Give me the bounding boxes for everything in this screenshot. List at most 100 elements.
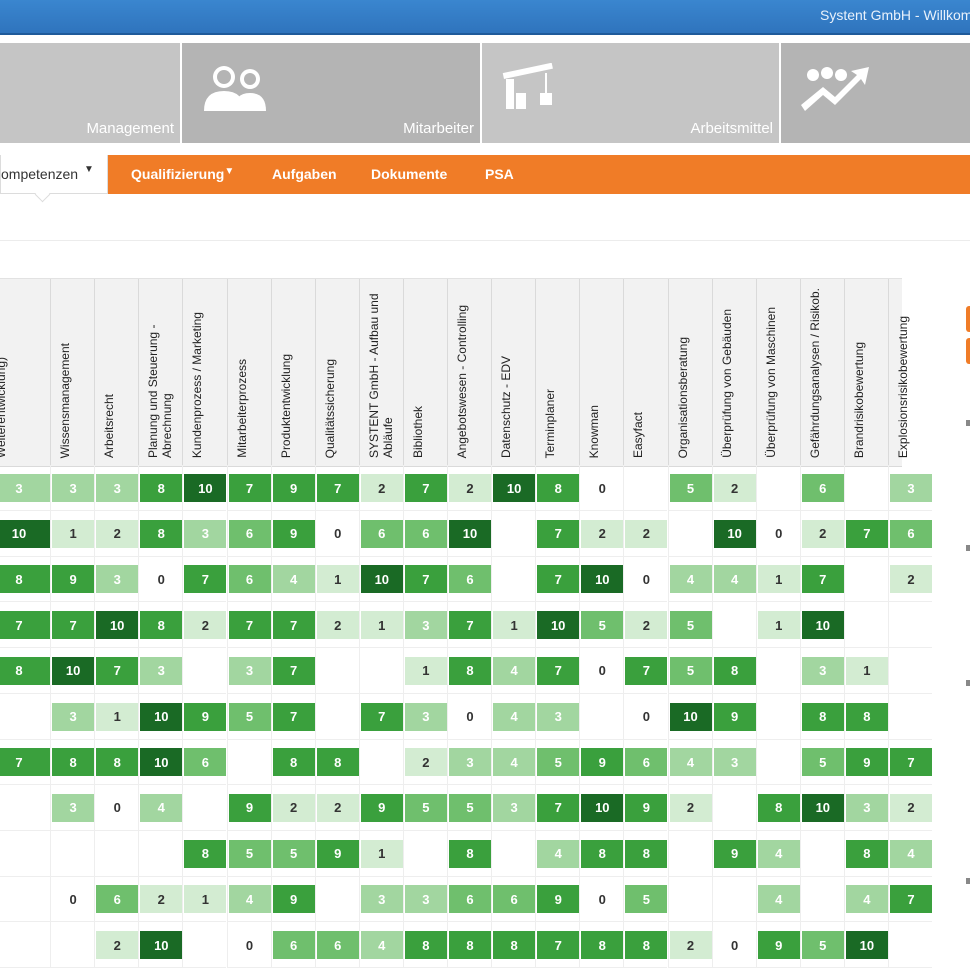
- matrix-cell[interactable]: 8: [447, 647, 491, 694]
- matrix-cell[interactable]: 7: [888, 739, 932, 786]
- matrix-cell[interactable]: 3: [447, 739, 491, 786]
- matrix-cell[interactable]: 1: [314, 556, 359, 603]
- matrix-cell[interactable]: 7: [270, 647, 315, 694]
- matrix-cell[interactable]: 8: [138, 510, 183, 557]
- matrix-cell[interactable]: 0: [94, 784, 139, 831]
- matrix-cell[interactable]: [888, 602, 932, 649]
- matrix-cell[interactable]: [843, 602, 888, 649]
- tab-qualifizierung[interactable]: Qualifizierung▼: [131, 166, 234, 182]
- matrix-cell[interactable]: [623, 465, 668, 511]
- matrix-cell[interactable]: 9: [270, 465, 315, 511]
- matrix-cell[interactable]: 1: [50, 510, 95, 557]
- matrix-cell[interactable]: 10: [491, 465, 536, 511]
- matrix-cell[interactable]: 6: [888, 510, 932, 557]
- matrix-cell[interactable]: 4: [226, 876, 271, 923]
- matrix-cell[interactable]: 4: [270, 556, 315, 603]
- tab-kompetenzen[interactable]: ompetenzen ▼: [0, 155, 108, 203]
- matrix-cell[interactable]: 8: [94, 739, 139, 786]
- matrix-cell[interactable]: 7: [226, 465, 271, 511]
- matrix-cell[interactable]: 5: [667, 602, 712, 649]
- matrix-cell[interactable]: 0: [579, 876, 624, 923]
- matrix-cell[interactable]: 6: [94, 876, 139, 923]
- matrix-cell[interactable]: 2: [358, 465, 403, 511]
- matrix-cell[interactable]: 4: [888, 830, 932, 877]
- matrix-cell[interactable]: 6: [799, 465, 844, 511]
- tab-dokumente[interactable]: Dokumente: [371, 166, 447, 182]
- matrix-cell[interactable]: 10: [50, 647, 95, 694]
- matrix-cell[interactable]: 10: [358, 556, 403, 603]
- matrix-cell[interactable]: 9: [843, 739, 888, 786]
- matrix-cell[interactable]: 7: [270, 602, 315, 649]
- matrix-cell[interactable]: 2: [270, 784, 315, 831]
- matrix-cell[interactable]: 1: [358, 602, 403, 649]
- matrix-cell[interactable]: 9: [358, 784, 403, 831]
- matrix-cell[interactable]: 8: [270, 739, 315, 786]
- matrix-cell[interactable]: 9: [226, 784, 271, 831]
- matrix-cell[interactable]: 2: [711, 465, 756, 511]
- matrix-cell[interactable]: 8: [799, 693, 844, 740]
- matrix-cell[interactable]: 8: [0, 648, 50, 694]
- matrix-cell[interactable]: [182, 784, 227, 831]
- matrix-cell[interactable]: [755, 465, 800, 511]
- tab-psa[interactable]: PSA: [485, 166, 514, 182]
- matrix-cell[interactable]: 4: [491, 693, 536, 740]
- matrix-cell[interactable]: 3: [888, 465, 932, 511]
- matrix-cell[interactable]: 7: [402, 556, 447, 603]
- matrix-cell[interactable]: 10: [579, 556, 624, 603]
- side-button[interactable]: [966, 306, 970, 332]
- matrix-cell[interactable]: 0: [138, 556, 183, 603]
- matrix-cell[interactable]: 3: [94, 556, 139, 603]
- matrix-cell[interactable]: 2: [447, 465, 491, 511]
- matrix-cell[interactable]: [491, 830, 536, 877]
- matrix-cell[interactable]: [799, 876, 844, 923]
- matrix-cell[interactable]: 3: [50, 693, 95, 740]
- matrix-cell[interactable]: 10: [799, 602, 844, 649]
- matrix-cell[interactable]: 4: [535, 830, 580, 877]
- matrix-cell[interactable]: 5: [579, 602, 624, 649]
- matrix-cell[interactable]: 7: [843, 510, 888, 557]
- matrix-cell[interactable]: 9: [270, 876, 315, 923]
- matrix-cell[interactable]: 2: [799, 510, 844, 557]
- matrix-cell[interactable]: [0, 876, 50, 923]
- matrix-cell[interactable]: [314, 693, 359, 740]
- matrix-cell[interactable]: 7: [0, 602, 50, 649]
- matrix-cell[interactable]: [667, 876, 712, 923]
- matrix-cell[interactable]: 5: [535, 739, 580, 786]
- matrix-cell[interactable]: 2: [182, 602, 227, 649]
- matrix-cell[interactable]: 1: [94, 693, 139, 740]
- matrix-cell[interactable]: 4: [358, 922, 403, 968]
- matrix-cell[interactable]: [491, 510, 536, 557]
- matrix-cell[interactable]: 6: [447, 876, 491, 923]
- matrix-cell[interactable]: [711, 602, 756, 649]
- matrix-cell[interactable]: 10: [535, 602, 580, 649]
- matrix-cell[interactable]: 5: [667, 465, 712, 511]
- matrix-cell[interactable]: 6: [226, 510, 271, 557]
- matrix-cell[interactable]: 5: [226, 830, 271, 877]
- matrix-cell[interactable]: 4: [755, 876, 800, 923]
- matrix-cell[interactable]: 10: [94, 602, 139, 649]
- matrix-cell[interactable]: 3: [402, 693, 447, 740]
- matrix-cell[interactable]: 3: [711, 739, 756, 786]
- matrix-cell[interactable]: 7: [535, 922, 580, 968]
- matrix-cell[interactable]: 2: [667, 784, 712, 831]
- matrix-cell[interactable]: 7: [888, 876, 932, 923]
- matrix-cell[interactable]: 6: [182, 739, 227, 786]
- matrix-cell[interactable]: 4: [491, 647, 536, 694]
- matrix-cell[interactable]: 0: [623, 556, 668, 603]
- matrix-cell[interactable]: 8: [623, 830, 668, 877]
- matrix-cell[interactable]: [843, 556, 888, 603]
- matrix-cell[interactable]: [226, 739, 271, 786]
- matrix-cell[interactable]: 6: [491, 876, 536, 923]
- matrix-cell[interactable]: [888, 922, 932, 968]
- matrix-cell[interactable]: 8: [491, 922, 536, 968]
- matrix-cell[interactable]: 3: [226, 647, 271, 694]
- matrix-cell[interactable]: 7: [535, 647, 580, 694]
- matrix-cell[interactable]: 3: [50, 465, 95, 511]
- tab-aufgaben[interactable]: Aufgaben: [272, 166, 337, 182]
- matrix-cell[interactable]: [711, 784, 756, 831]
- matrix-cell[interactable]: 3: [491, 784, 536, 831]
- matrix-cell[interactable]: 9: [711, 693, 756, 740]
- matrix-cell[interactable]: 7: [535, 784, 580, 831]
- matrix-cell[interactable]: 1: [843, 647, 888, 694]
- matrix-cell[interactable]: 8: [447, 922, 491, 968]
